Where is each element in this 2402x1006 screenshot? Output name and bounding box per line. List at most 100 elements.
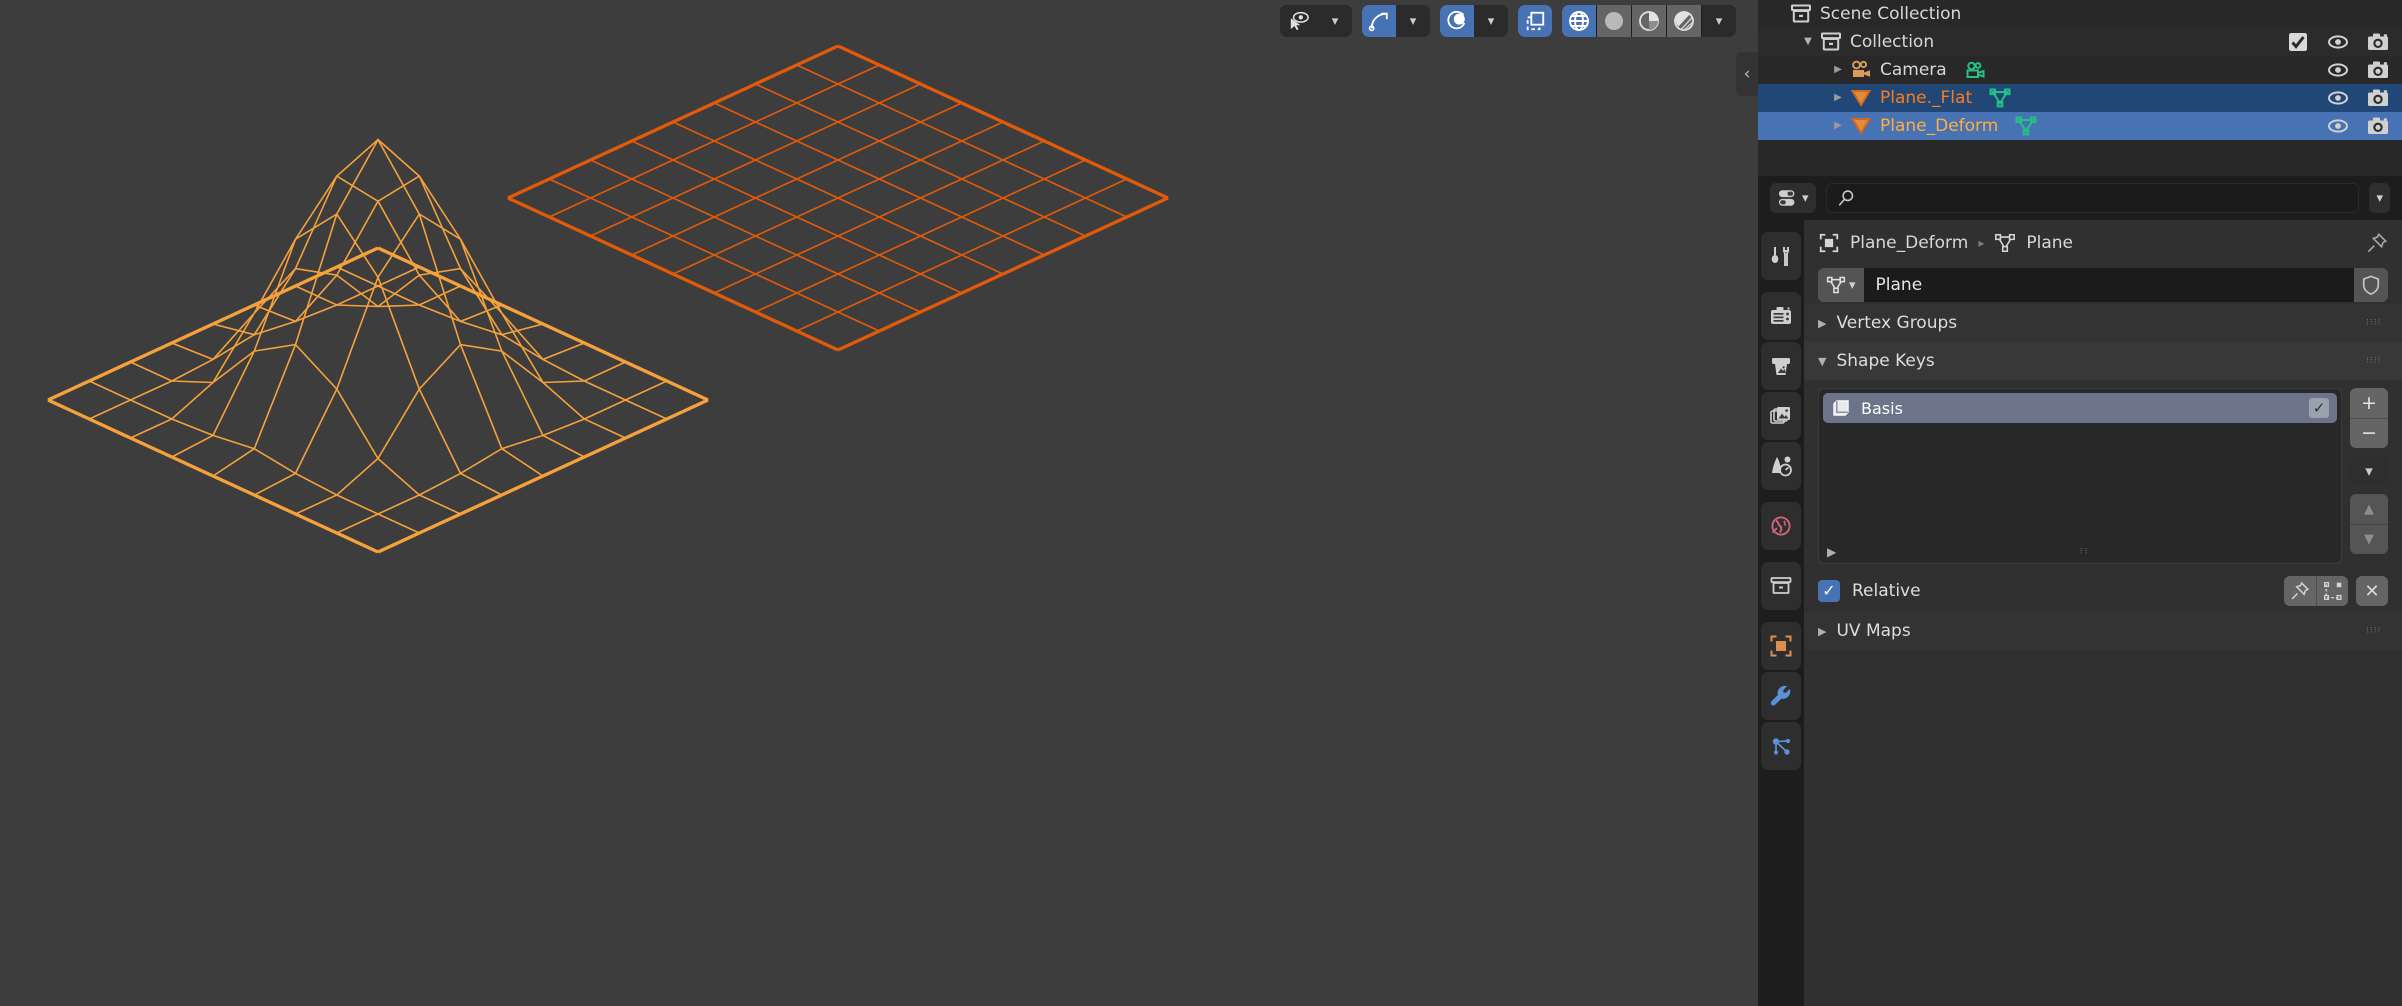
shape-key-specials-menu[interactable]: ▾ xyxy=(2350,456,2388,486)
shading-material-preview[interactable] xyxy=(1632,5,1666,37)
search-input[interactable] xyxy=(1862,189,2349,207)
viewport-sidebar-toggle[interactable]: ‹ xyxy=(1736,52,1758,96)
disable-in-renders-toggle[interactable] xyxy=(2366,58,2390,82)
shading-rendered[interactable] xyxy=(1667,5,1701,37)
pin-icon xyxy=(2291,581,2310,600)
tab-render[interactable] xyxy=(1761,292,1801,340)
shape-keys-body: Basis ✓ ▶ ⁝⁝ + − ▾ ▲ ▼ xyxy=(1804,380,2402,564)
properties-options-dropdown[interactable]: ▾ xyxy=(2369,183,2390,213)
outliner-row-plane-flat[interactable]: ▶ Plane._Flat xyxy=(1758,84,2402,112)
outliner-row-collection[interactable]: ▼ Collection xyxy=(1758,28,2402,56)
tab-particles[interactable] xyxy=(1761,722,1801,770)
resize-dots-icon[interactable]: ⁝⁝ xyxy=(2080,547,2090,557)
tab-world[interactable] xyxy=(1761,502,1801,550)
fake-user-button[interactable] xyxy=(2354,268,2388,302)
panel-shape-keys[interactable]: ▼ Shape Keys ⁝⁝⁝⁝ xyxy=(1804,342,2402,380)
breadcrumb-data-label[interactable]: Plane xyxy=(2026,233,2073,253)
shape-key-item-basis[interactable]: Basis ✓ xyxy=(1823,393,2337,423)
disclosure-triangle-right-icon[interactable]: ▶ xyxy=(1828,93,1848,103)
panel-vertex-groups[interactable]: ▶ Vertex Groups ⁝⁝⁝⁝ xyxy=(1804,304,2402,342)
shape-keys-list-footer: ▶ ⁝⁝ xyxy=(1827,546,2333,558)
outliner-row-scene-collection[interactable]: Scene Collection xyxy=(1758,0,2402,28)
outliner-row-toggles xyxy=(2326,86,2394,110)
add-shape-key-button[interactable]: + xyxy=(2350,388,2388,418)
search-icon xyxy=(1838,190,1853,206)
disclosure-triangle-right-icon[interactable]: ▶ xyxy=(1828,121,1848,131)
visibility-dropdown-chevron[interactable]: ▾ xyxy=(1318,5,1352,37)
tab-view-layer[interactable] xyxy=(1761,392,1801,440)
disclosure-triangle-right-icon[interactable]: ▶ xyxy=(1828,65,1848,75)
snap-group: ▾ xyxy=(1362,5,1430,37)
proportional-editing-toggle[interactable] xyxy=(1440,5,1474,37)
shading-options-dropdown[interactable]: ▾ xyxy=(1702,5,1736,37)
remove-shape-key-button[interactable]: − xyxy=(2350,418,2388,448)
mesh-data-icon xyxy=(2015,116,2037,136)
mesh-name-field[interactable]: Plane xyxy=(1863,268,2354,302)
viewport-mesh-canvas xyxy=(0,0,1758,1006)
hide-in-viewport-toggle[interactable] xyxy=(2326,58,2350,82)
outliner-row-toggles xyxy=(2326,114,2394,138)
drag-grip-icon[interactable]: ⁝⁝⁝⁝ xyxy=(2366,356,2388,365)
disable-in-renders-toggle[interactable] xyxy=(2366,30,2390,54)
outliner-row-data-badge[interactable] xyxy=(1963,58,1987,82)
visibility-selectability-dropdown[interactable] xyxy=(1280,5,1318,37)
tool-icon xyxy=(1771,247,1790,266)
hide-in-viewport-toggle[interactable] xyxy=(2326,114,2350,138)
panel-uv-maps-label: UV Maps xyxy=(1836,621,1911,641)
property-filter-dropdown[interactable]: ▾ xyxy=(1770,183,1816,213)
move-shape-key-up-button[interactable]: ▲ xyxy=(2350,494,2388,524)
xray-icon xyxy=(1526,11,1545,31)
outliner-row-data-badge[interactable] xyxy=(2014,114,2038,138)
hide-in-viewport-toggle[interactable] xyxy=(2326,86,2350,110)
drag-grip-icon[interactable]: ⁝⁝⁝⁝ xyxy=(2366,626,2388,635)
tab-output[interactable] xyxy=(1761,342,1801,390)
tab-tool[interactable] xyxy=(1761,232,1801,280)
shape-key-enabled-checkbox[interactable]: ✓ xyxy=(2309,398,2329,418)
snap-dropdown-chevron[interactable]: ▾ xyxy=(1396,5,1430,37)
relative-row-buttons: ✕ xyxy=(2284,576,2388,606)
triangle-right-icon[interactable]: ▶ xyxy=(1827,546,1836,558)
hide-in-viewport-toggle[interactable] xyxy=(2326,30,2350,54)
properties-search-field[interactable] xyxy=(1825,183,2360,213)
properties-header: ▾ ▾ xyxy=(1758,176,2402,220)
tab-object[interactable] xyxy=(1761,622,1801,670)
toggle-xray[interactable] xyxy=(1518,5,1552,37)
properties-editor: ▾ ▾ Plane_Deform ▸ Plane ▾ Plane ▶ Verte… xyxy=(1758,176,2402,1006)
snap-toggle[interactable] xyxy=(1362,5,1396,37)
3d-viewport[interactable]: ▾ ▾ ▾ ▾ ‹ xyxy=(0,0,1758,1006)
outliner-editor[interactable]: Scene Collection ▼ Collection ▶ Camera ▶ Plane… xyxy=(1758,0,2402,176)
chevron-down-icon: ▾ xyxy=(1487,13,1495,29)
shading-solid[interactable] xyxy=(1597,5,1631,37)
tab-collection[interactable] xyxy=(1761,562,1801,610)
browse-mesh-data-button[interactable]: ▾ xyxy=(1818,268,1864,302)
drag-grip-icon[interactable]: ⁝⁝⁝⁝ xyxy=(2366,318,2388,327)
camera-object-icon xyxy=(1852,60,1870,77)
outliner-row-camera[interactable]: ▶ Camera xyxy=(1758,56,2402,84)
exclude-checkbox[interactable] xyxy=(2286,30,2310,54)
eye-icon xyxy=(2328,63,2348,77)
wrench-icon xyxy=(1770,685,1791,706)
breadcrumb-object-label[interactable]: Plane_Deform xyxy=(1850,233,1968,253)
tab-modifiers[interactable] xyxy=(1761,672,1801,720)
proportional-edit-chevron[interactable]: ▾ xyxy=(1474,5,1508,37)
output-printer-icon xyxy=(1772,358,1790,375)
shapekey-icon xyxy=(1833,400,1849,416)
panel-uv-maps[interactable]: ▶ UV Maps ⁝⁝⁝⁝ xyxy=(1804,612,2402,650)
disclosure-triangle-down-icon[interactable]: ▼ xyxy=(1798,37,1818,47)
tab-scene[interactable] xyxy=(1761,442,1801,490)
disable-in-renders-toggle[interactable] xyxy=(2366,86,2390,110)
pin-icon[interactable] xyxy=(2366,232,2388,254)
outliner-row-data-badge[interactable] xyxy=(1988,86,2012,110)
chevron-left-icon: ‹ xyxy=(1743,64,1751,84)
clear-shape-keys-button[interactable]: ✕ xyxy=(2356,576,2388,606)
outliner-row-label: Plane._Flat xyxy=(1880,88,1973,108)
move-shape-key-down-button[interactable]: ▼ xyxy=(2350,524,2388,554)
relative-checkbox[interactable]: ✓ xyxy=(1818,580,1840,602)
shape-key-pin-toggle[interactable] xyxy=(2284,576,2316,606)
disable-in-renders-toggle[interactable] xyxy=(2366,114,2390,138)
property-filter-icon xyxy=(1778,190,1795,206)
shape-key-edit-mode-toggle[interactable] xyxy=(2316,576,2348,606)
outliner-row-plane-deform[interactable]: ▶ Plane_Deform xyxy=(1758,112,2402,140)
shading-wireframe[interactable] xyxy=(1562,5,1596,37)
shape-keys-list[interactable]: Basis ✓ ▶ ⁝⁝ xyxy=(1818,388,2342,564)
